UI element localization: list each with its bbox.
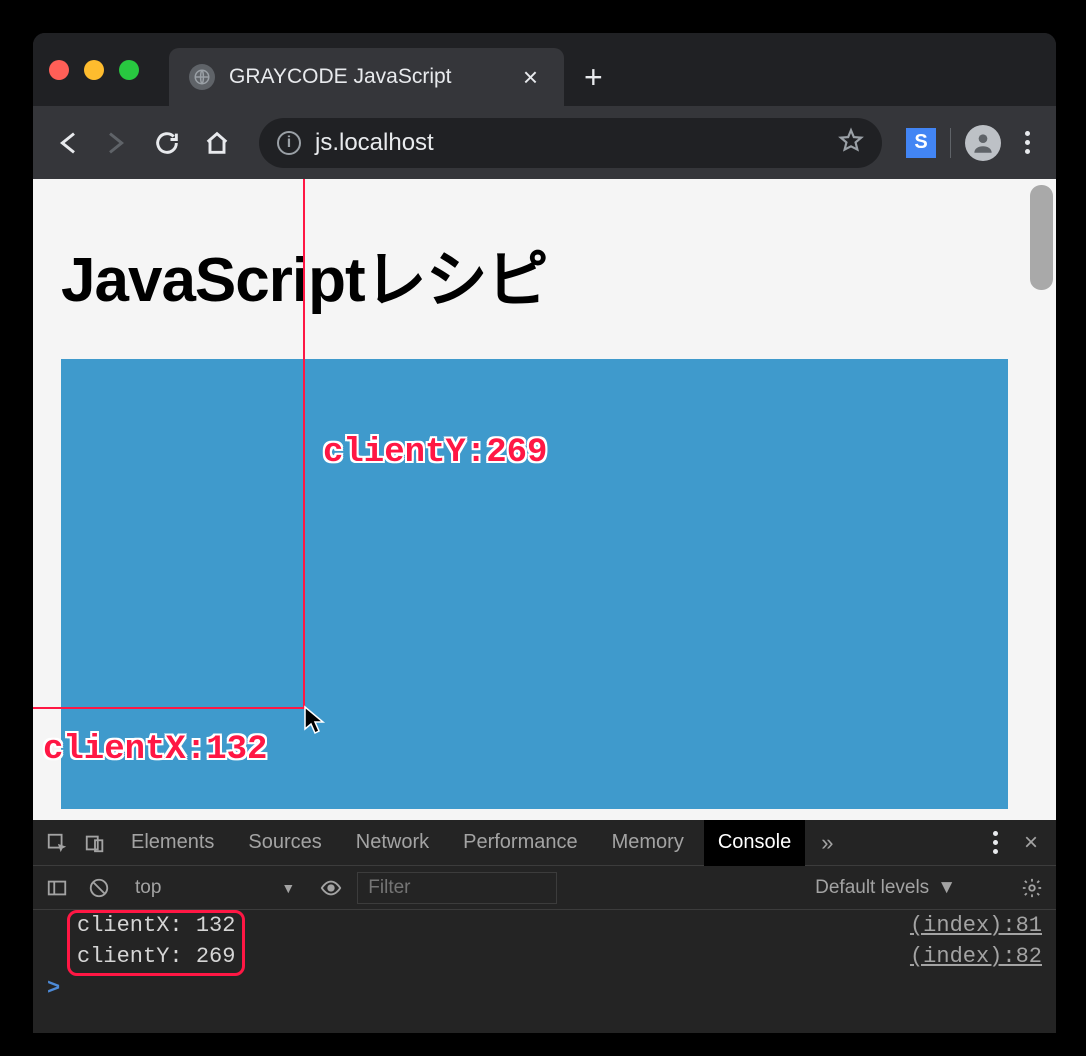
console-filter-input[interactable]	[357, 872, 557, 904]
back-button[interactable]	[49, 125, 85, 161]
window-maximize-button[interactable]	[119, 60, 139, 80]
scrollbar-thumb[interactable]	[1030, 185, 1053, 290]
console-toolbar: top ▼ Default levels ▼	[33, 866, 1056, 910]
console-settings-icon[interactable]	[1016, 872, 1048, 904]
chevron-down-icon: ▼	[937, 877, 956, 899]
browser-tab[interactable]: GRAYCODE JavaScript ×	[169, 48, 564, 106]
page-content: JavaScriptレシピ clientY:269 clientX:132	[33, 179, 1056, 820]
console-message: clientX: 132	[77, 913, 910, 938]
tab-bar: GRAYCODE JavaScript × +	[33, 33, 1056, 106]
devtools-tab-network[interactable]: Network	[342, 819, 443, 866]
browser-window: GRAYCODE JavaScript × + i js.localhost S	[33, 33, 1056, 1033]
context-selector[interactable]: top ▼	[125, 873, 305, 903]
console-source-link[interactable]: (index):82	[910, 944, 1042, 969]
toolbar-divider	[950, 128, 951, 158]
console-message: clientY: 269	[77, 944, 910, 969]
console-output: clientX: 132 (index):81 clientY: 269 (in…	[33, 910, 1056, 1033]
log-levels-selector[interactable]: Default levels ▼	[815, 877, 956, 899]
clear-console-icon[interactable]	[83, 872, 115, 904]
site-info-icon[interactable]: i	[277, 131, 301, 155]
window-minimize-button[interactable]	[84, 60, 104, 80]
devtools-tab-memory[interactable]: Memory	[598, 819, 698, 866]
url-text: js.localhost	[315, 129, 824, 157]
reload-button[interactable]	[149, 125, 185, 161]
device-toggle-icon[interactable]	[79, 827, 111, 859]
console-source-link[interactable]: (index):81	[910, 913, 1042, 938]
log-levels-label: Default levels	[815, 877, 929, 899]
devtools-tab-performance[interactable]: Performance	[449, 819, 592, 866]
extension-icon[interactable]: S	[906, 128, 936, 158]
devtools-close-button[interactable]: ×	[1014, 829, 1048, 857]
console-sidebar-toggle-icon[interactable]	[41, 872, 73, 904]
inspect-element-icon[interactable]	[41, 827, 73, 859]
live-expression-icon[interactable]	[315, 872, 347, 904]
chevron-down-icon: ▼	[281, 880, 295, 896]
context-label: top	[135, 877, 161, 899]
devtools-tab-sources[interactable]: Sources	[234, 819, 335, 866]
console-row: clientX: 132 (index):81	[33, 910, 1056, 941]
content-box[interactable]	[61, 359, 1008, 809]
devtools-tabbar: Elements Sources Network Performance Mem…	[33, 820, 1056, 866]
devtools-panel: Elements Sources Network Performance Mem…	[33, 820, 1056, 1033]
home-button[interactable]	[199, 125, 235, 161]
devtools-tab-console[interactable]: Console	[704, 819, 805, 866]
profile-avatar[interactable]	[965, 125, 1001, 161]
browser-toolbar: i js.localhost S	[33, 106, 1056, 179]
devtools-menu-button[interactable]	[983, 831, 1008, 854]
console-prompt[interactable]: >	[33, 972, 1056, 1005]
page-heading: JavaScriptレシピ	[33, 179, 1056, 349]
new-tab-button[interactable]: +	[564, 59, 623, 96]
tab-title: GRAYCODE JavaScript	[229, 65, 503, 89]
window-controls	[49, 60, 139, 80]
forward-button[interactable]	[99, 125, 135, 161]
globe-icon	[189, 64, 215, 90]
bookmark-star-icon[interactable]	[838, 127, 864, 158]
browser-menu-button[interactable]	[1015, 131, 1040, 154]
window-close-button[interactable]	[49, 60, 69, 80]
devtools-tab-elements[interactable]: Elements	[117, 819, 228, 866]
console-row: clientY: 269 (index):82	[33, 941, 1056, 972]
address-bar[interactable]: i js.localhost	[259, 118, 882, 168]
close-tab-button[interactable]: ×	[517, 62, 544, 93]
devtools-more-tabs[interactable]: »	[811, 830, 843, 856]
